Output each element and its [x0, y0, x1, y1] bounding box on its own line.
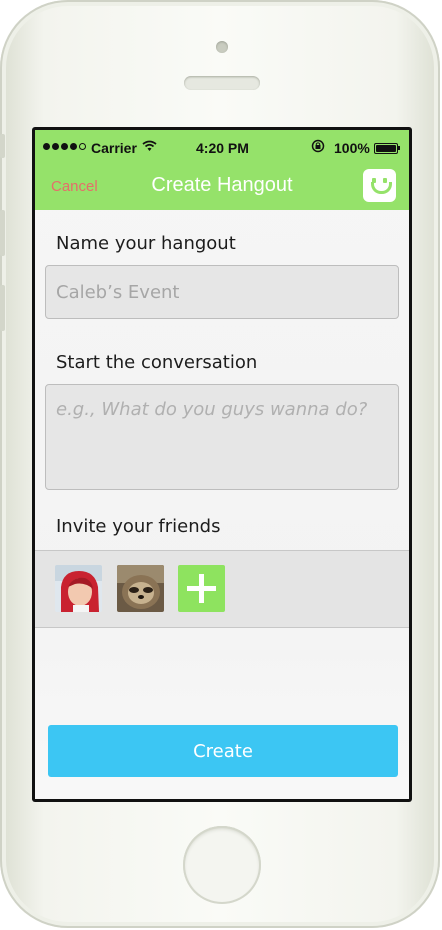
volume-up-button	[0, 210, 5, 256]
lock-rotation-icon	[311, 139, 325, 157]
signal-strength-icon	[43, 143, 86, 150]
friend-avatar[interactable]	[55, 565, 102, 612]
app-screen: Carrier 4:20 PM 100% Cancel Create Hango…	[35, 130, 409, 799]
phone-frame: Carrier 4:20 PM 100% Cancel Create Hango…	[0, 0, 440, 928]
hangout-name-label: Name your hangout	[56, 233, 236, 254]
wifi-icon	[142, 140, 157, 155]
conversation-input[interactable]	[45, 384, 399, 490]
volume-down-button	[0, 285, 5, 331]
top-bar: Carrier 4:20 PM 100% Cancel Create Hango…	[35, 130, 409, 210]
smiley-logo-icon[interactable]	[363, 169, 396, 202]
create-button[interactable]: Create	[48, 725, 398, 777]
front-camera	[216, 41, 228, 53]
mute-switch	[0, 134, 5, 158]
battery-percent: 100%	[334, 140, 370, 156]
conversation-label: Start the conversation	[56, 352, 258, 373]
carrier-name: Carrier	[91, 140, 137, 156]
page-title: Create Hangout	[151, 174, 293, 196]
screen-bezel: Carrier 4:20 PM 100% Cancel Create Hango…	[32, 127, 412, 802]
add-friend-button[interactable]	[178, 565, 225, 612]
status-bar: Carrier 4:20 PM 100%	[35, 130, 409, 166]
friend-avatar[interactable]	[117, 565, 164, 612]
hangout-name-input[interactable]	[45, 265, 399, 319]
battery-tip	[398, 146, 400, 150]
battery-icon	[374, 143, 398, 154]
friends-strip	[35, 550, 409, 628]
invite-friends-label: Invite your friends	[56, 516, 221, 537]
status-time: 4:20 PM	[196, 140, 249, 156]
home-button[interactable]	[183, 826, 261, 904]
earpiece-speaker	[184, 76, 260, 90]
